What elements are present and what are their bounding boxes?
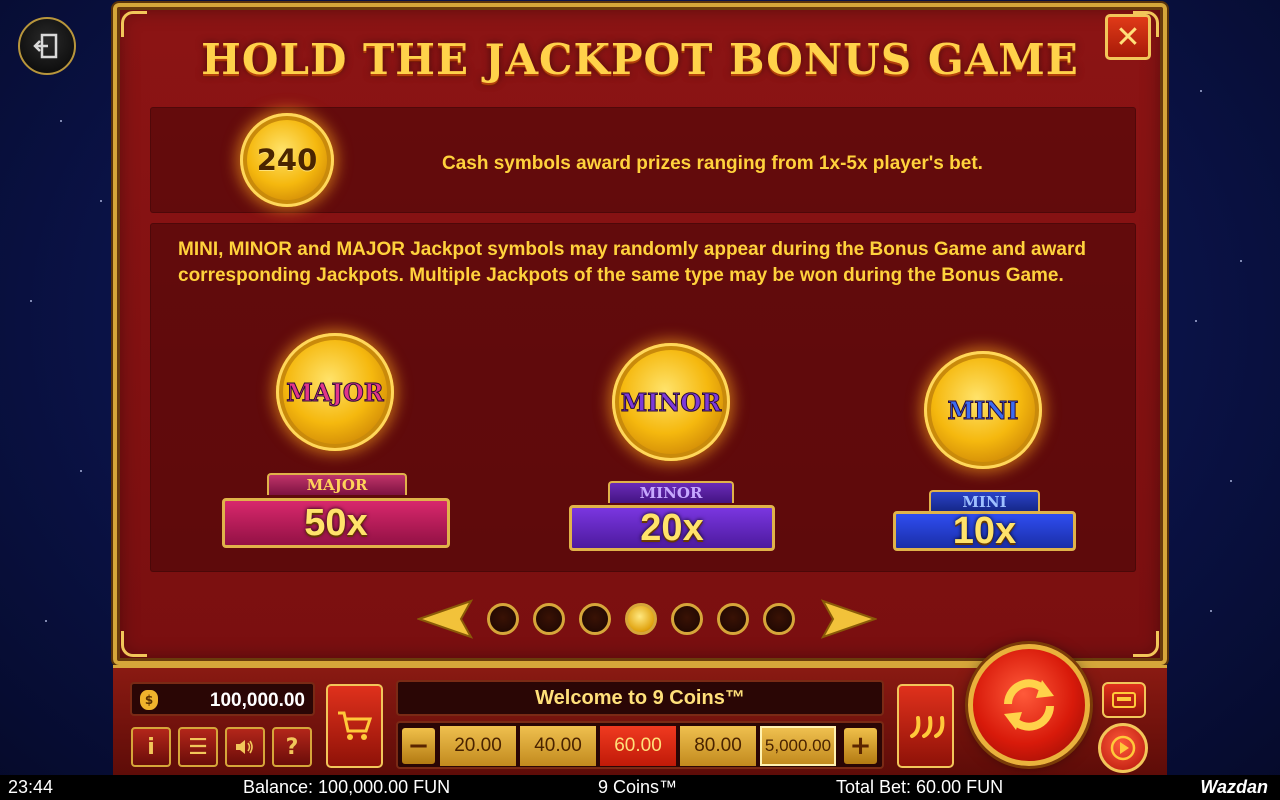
page-title: HOLD THE JACKPOT BONUS GAME bbox=[201, 35, 1079, 84]
page-dot[interactable] bbox=[533, 603, 565, 635]
clock: 23:44 bbox=[8, 777, 54, 797]
panel-icon bbox=[1112, 692, 1136, 708]
major-tag: MAJOR bbox=[267, 473, 407, 495]
mini-coin-icon: MINI bbox=[924, 351, 1042, 469]
balance-display: $ 100,000.00 bbox=[130, 682, 315, 716]
page-dot[interactable] bbox=[487, 603, 519, 635]
minor-multiplier: 20x bbox=[569, 505, 775, 551]
page-dot[interactable] bbox=[579, 603, 611, 635]
spin-arrows-icon bbox=[1004, 679, 1054, 731]
mini-multiplier: 10x bbox=[893, 510, 1076, 552]
next-page-arrow-icon[interactable] bbox=[821, 597, 877, 641]
bet-option[interactable]: 20.00 bbox=[440, 726, 516, 766]
exit-icon bbox=[33, 33, 58, 59]
minor-tag: MINOR bbox=[608, 481, 734, 503]
cash-coin-value: 240 bbox=[256, 143, 318, 177]
help-button[interactable]: ? bbox=[272, 727, 312, 767]
close-button[interactable]: ✕ bbox=[1105, 14, 1151, 60]
brand-logo: Wazdan bbox=[1200, 777, 1268, 797]
bet-option[interactable]: 40.00 bbox=[520, 726, 596, 766]
spin-button[interactable] bbox=[968, 644, 1090, 766]
major-multiplier: 50x bbox=[222, 498, 450, 548]
bet-option[interactable]: 80.00 bbox=[680, 726, 756, 766]
balance-value: 100,000.00 bbox=[209, 690, 305, 711]
bet-option-selected[interactable]: 60.00 bbox=[600, 726, 676, 766]
status-game-name: 9 Coins™ bbox=[598, 777, 678, 797]
speaker-icon bbox=[236, 740, 253, 754]
jackpot-section: MINI, MINOR and MAJOR Jackpot symbols ma… bbox=[150, 223, 1136, 572]
increase-bet-button[interactable]: + bbox=[844, 728, 877, 764]
status-total-bet: Total Bet: 60.00 FUN bbox=[836, 777, 1004, 797]
control-bar: $ 100,000.00 i ☰ ? Welcome to 9 Coins™ −… bbox=[113, 644, 1167, 775]
minor-coin-icon: MINOR bbox=[612, 343, 730, 461]
cart-icon bbox=[337, 711, 372, 740]
bet-option-max[interactable]: 5,000.00 bbox=[760, 726, 836, 766]
menu-icon: ☰ bbox=[188, 734, 208, 760]
page-dot-active[interactable] bbox=[625, 603, 657, 635]
page-indicator bbox=[417, 597, 877, 641]
info-icon: i bbox=[147, 734, 155, 760]
info-button[interactable]: i bbox=[131, 727, 171, 767]
close-icon: ✕ bbox=[1115, 19, 1141, 55]
previous-page-arrow-icon[interactable] bbox=[417, 597, 473, 641]
plus-icon: + bbox=[849, 731, 872, 761]
page-dot[interactable] bbox=[671, 603, 703, 635]
status-bar: 23:44 Balance: 100,000.00 FUN 9 Coins™ T… bbox=[0, 775, 1280, 800]
major-coin-label: MAJOR bbox=[286, 377, 384, 407]
minor-coin-label: MINOR bbox=[620, 387, 722, 417]
cash-coin-icon: 240 bbox=[240, 113, 334, 207]
menu-button[interactable]: ☰ bbox=[178, 727, 218, 767]
status-balance: Balance: 100,000.00 FUN bbox=[243, 777, 451, 797]
decrease-bet-button[interactable]: − bbox=[402, 728, 435, 764]
chili-icon bbox=[909, 716, 944, 738]
welcome-message: Welcome to 9 Coins™ bbox=[396, 680, 884, 716]
mini-coin-label: MINI bbox=[947, 395, 1019, 425]
help-icon: ? bbox=[285, 734, 299, 760]
cash-symbol-section: 240 Cash symbols award prizes ranging fr… bbox=[150, 107, 1136, 213]
major-coin-icon: MAJOR bbox=[276, 333, 394, 451]
minus-icon: − bbox=[407, 731, 430, 761]
sound-button[interactable] bbox=[225, 727, 265, 767]
exit-button[interactable] bbox=[18, 17, 76, 75]
bet-settings-button[interactable] bbox=[1102, 682, 1146, 718]
bet-selector: − 20.00 40.00 60.00 80.00 5,000.00 + bbox=[396, 721, 884, 769]
play-icon bbox=[1110, 735, 1136, 761]
paytable-panel: HOLD THE JACKPOT BONUS GAME ✕ 240 Cash s… bbox=[113, 3, 1167, 665]
turbo-button[interactable] bbox=[897, 684, 954, 768]
buy-feature-button[interactable] bbox=[326, 684, 383, 768]
money-bag-icon: $ bbox=[140, 690, 158, 710]
autoplay-button[interactable] bbox=[1098, 723, 1148, 773]
cash-description: Cash symbols award prizes ranging from 1… bbox=[442, 153, 983, 174]
page-dot[interactable] bbox=[763, 603, 795, 635]
page-dot[interactable] bbox=[717, 603, 749, 635]
jackpot-description: MINI, MINOR and MAJOR Jackpot symbols ma… bbox=[178, 239, 1086, 286]
